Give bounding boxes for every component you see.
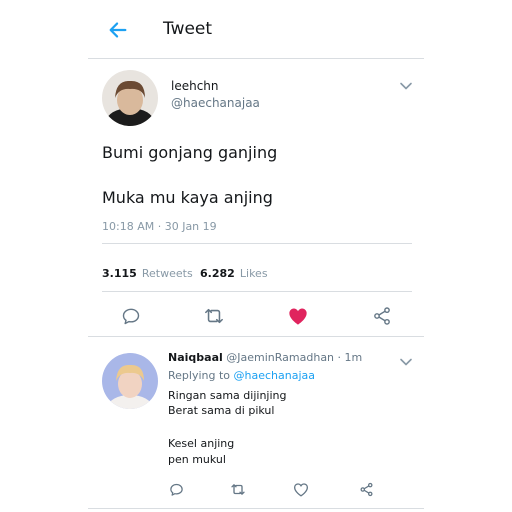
heart-filled-icon — [289, 308, 307, 325]
avatar[interactable] — [102, 70, 158, 126]
author-handle[interactable]: @haechanajaa — [171, 96, 260, 110]
retweets-count: 3.115 — [102, 267, 137, 280]
back-button[interactable] — [106, 18, 130, 42]
author-avatar-image — [102, 70, 158, 126]
reply-share-button[interactable] — [357, 480, 375, 498]
retweet-button[interactable] — [202, 304, 226, 328]
tweet-timestamp[interactable]: 10:18 AM · 30 Jan 19 — [102, 220, 217, 233]
like-button[interactable] — [286, 304, 310, 328]
share-button[interactable] — [370, 304, 394, 328]
reply-author-handle[interactable]: @JaeminRamadhan — [226, 351, 334, 364]
reply-button[interactable] — [119, 304, 143, 328]
author-name[interactable]: leehchn — [171, 79, 219, 93]
reply-menu-button[interactable] — [398, 354, 414, 370]
retweets-stat[interactable]: 3.115 Retweets — [102, 262, 193, 281]
tweet-divider — [88, 336, 424, 337]
reply-time: · 1m — [337, 351, 363, 364]
tweet-text-line-2: Muka mu kaya anjing — [102, 188, 273, 207]
reply-text-line-2: Berat sama di pikul — [168, 404, 275, 417]
stats-divider-bottom — [102, 291, 412, 292]
chevron-down-icon — [400, 358, 412, 366]
reply-header: Naiqbaal @JaeminRamadhan · 1m — [168, 351, 362, 364]
page-title: Tweet — [163, 19, 213, 39]
reply-like-button[interactable] — [292, 480, 310, 498]
header-divider — [88, 58, 424, 59]
likes-count: 6.282 — [200, 267, 235, 280]
reply-text-line-1: Ringan sama dijinjing — [168, 389, 287, 402]
replying-to: Replying to @haechanajaa — [168, 369, 315, 382]
reply-avatar[interactable] — [102, 353, 158, 409]
share-icon — [374, 307, 390, 325]
arrow-left-icon — [109, 22, 127, 38]
reply-text-line-5: pen mukul — [168, 453, 226, 466]
reply-author-name[interactable]: Naiqbaal — [168, 351, 223, 364]
reply-retweet-button[interactable] — [229, 480, 247, 498]
stats-divider-top — [102, 243, 412, 244]
replying-to-handle[interactable]: @haechanajaa — [234, 369, 316, 382]
reply-icon — [169, 483, 183, 496]
retweets-label: Retweets — [141, 267, 193, 280]
heart-icon — [294, 482, 308, 497]
reply-divider — [88, 508, 424, 509]
replying-to-label: Replying to — [168, 369, 231, 382]
likes-label: Likes — [239, 267, 268, 280]
reply-avatar-image — [102, 353, 158, 409]
likes-stat[interactable]: 6.282 Likes — [200, 262, 268, 281]
retweet-icon — [231, 483, 245, 495]
reply-text-line-4: Kesel anjing — [168, 437, 235, 450]
reply-icon — [122, 308, 140, 325]
retweet-icon — [205, 308, 223, 324]
reply-reply-button[interactable] — [167, 480, 185, 498]
share-icon — [360, 482, 372, 496]
chevron-down-icon — [400, 82, 412, 90]
tweet-menu-button[interactable] — [398, 78, 414, 94]
tweet-text-line-1: Bumi gonjang ganjing — [102, 143, 278, 162]
